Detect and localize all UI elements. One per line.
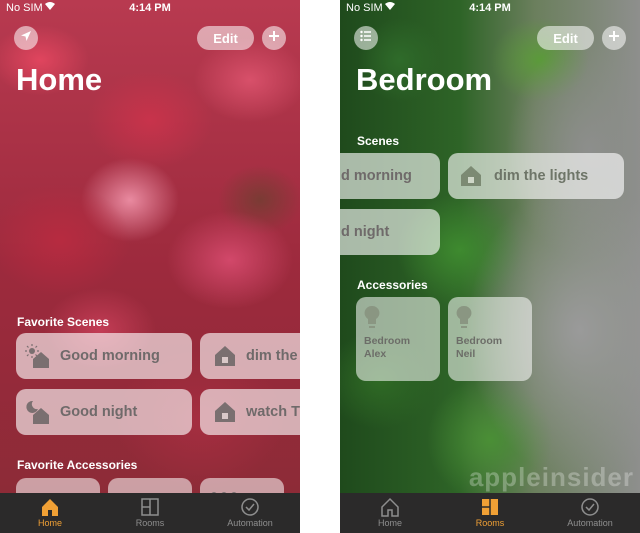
plus-icon bbox=[608, 29, 620, 47]
status-bar: No SIM 4:14 PM bbox=[340, 0, 640, 16]
list-button[interactable] bbox=[354, 26, 378, 50]
home-icon bbox=[380, 497, 400, 517]
page-title: Home bbox=[16, 62, 103, 97]
tab-label: Automation bbox=[567, 518, 613, 528]
accessory-name-label: Alex bbox=[364, 348, 387, 360]
accessory-name-label: Neil bbox=[456, 348, 476, 360]
scene-label: watch TV bbox=[246, 404, 300, 420]
tab-bar: Home Rooms Automation bbox=[340, 493, 640, 533]
house-icon bbox=[212, 399, 238, 425]
rooms-icon bbox=[480, 497, 500, 517]
lightbulb-icon bbox=[364, 305, 380, 336]
status-time: 4:14 PM bbox=[129, 2, 171, 14]
scene-label: dim the li bbox=[246, 348, 300, 364]
tab-home[interactable]: Home bbox=[350, 495, 430, 528]
edit-button[interactable]: Edit bbox=[197, 26, 254, 50]
scene-label: d night bbox=[341, 224, 390, 240]
list-icon bbox=[360, 29, 372, 47]
scene-tile-watch-tv[interactable]: watch TV bbox=[200, 389, 300, 435]
lightbulb-icon bbox=[456, 305, 472, 336]
home-icon bbox=[40, 497, 60, 517]
scene-label: dim the lights bbox=[494, 168, 589, 184]
accessory-tile-bedroom-alex[interactable]: Bedroom Alex bbox=[356, 297, 440, 381]
status-bar: No SIM 4:14 PM bbox=[0, 0, 300, 16]
bedroom-screen: No SIM 4:14 PM Edit Bedroom Scenes d mor… bbox=[340, 0, 640, 533]
accessory-room-label: Bedroom bbox=[364, 335, 411, 347]
scene-label: Good morning bbox=[60, 348, 160, 364]
house-icon bbox=[458, 163, 484, 189]
rooms-icon bbox=[140, 497, 160, 517]
favorite-accessories-label: Favorite Accessories bbox=[17, 458, 138, 472]
tab-label: Home bbox=[37, 518, 62, 528]
accessory-tile-bedroom-neil[interactable]: Bedroom Neil bbox=[448, 297, 532, 381]
location-button[interactable] bbox=[14, 26, 38, 50]
tab-home[interactable]: Home bbox=[10, 495, 90, 528]
favorite-scenes-label: Favorite Scenes bbox=[17, 315, 110, 329]
clock-check-icon bbox=[580, 497, 600, 517]
scene-tile-dim-the-lights[interactable]: dim the li bbox=[200, 333, 300, 379]
plus-icon bbox=[268, 29, 280, 47]
status-time: 4:14 PM bbox=[469, 2, 511, 14]
tab-label: Home bbox=[377, 518, 402, 528]
tab-bar: Home Rooms Automation bbox=[0, 493, 300, 533]
scene-label: Good night bbox=[60, 404, 138, 420]
accessories-label: Accessories bbox=[357, 278, 428, 292]
sunrise-house-icon bbox=[24, 343, 50, 369]
scene-tile-good-morning[interactable]: d morning bbox=[340, 153, 440, 199]
edit-button[interactable]: Edit bbox=[537, 26, 594, 50]
house-icon bbox=[212, 343, 238, 369]
add-button[interactable] bbox=[602, 26, 626, 50]
scenes-label: Scenes bbox=[357, 134, 400, 148]
accessory-room-label: Bedroom bbox=[456, 335, 503, 347]
moon-house-icon bbox=[24, 399, 50, 425]
location-arrow-icon bbox=[20, 29, 32, 47]
tab-automation[interactable]: Automation bbox=[550, 495, 630, 528]
tab-rooms[interactable]: Rooms bbox=[110, 495, 190, 528]
add-button[interactable] bbox=[262, 26, 286, 50]
home-screen: No SIM 4:14 PM Edit Home Favorite Scenes… bbox=[0, 0, 300, 533]
scene-tile-good-morning[interactable]: Good morning bbox=[16, 333, 192, 379]
scene-tile-dim-the-lights[interactable]: dim the lights bbox=[448, 153, 624, 199]
tab-automation[interactable]: Automation bbox=[210, 495, 290, 528]
tab-label: Automation bbox=[227, 518, 273, 528]
tab-rooms[interactable]: Rooms bbox=[450, 495, 530, 528]
tab-label: Rooms bbox=[135, 518, 165, 528]
scene-label: d morning bbox=[341, 168, 412, 184]
watermark: appleinsider bbox=[468, 462, 634, 492]
page-title: Bedroom bbox=[356, 62, 493, 97]
scene-tile-good-night[interactable]: d night bbox=[340, 209, 440, 255]
tab-label: Rooms bbox=[475, 518, 505, 528]
scene-tile-good-night[interactable]: Good night bbox=[16, 389, 192, 435]
clock-check-icon bbox=[240, 497, 260, 517]
